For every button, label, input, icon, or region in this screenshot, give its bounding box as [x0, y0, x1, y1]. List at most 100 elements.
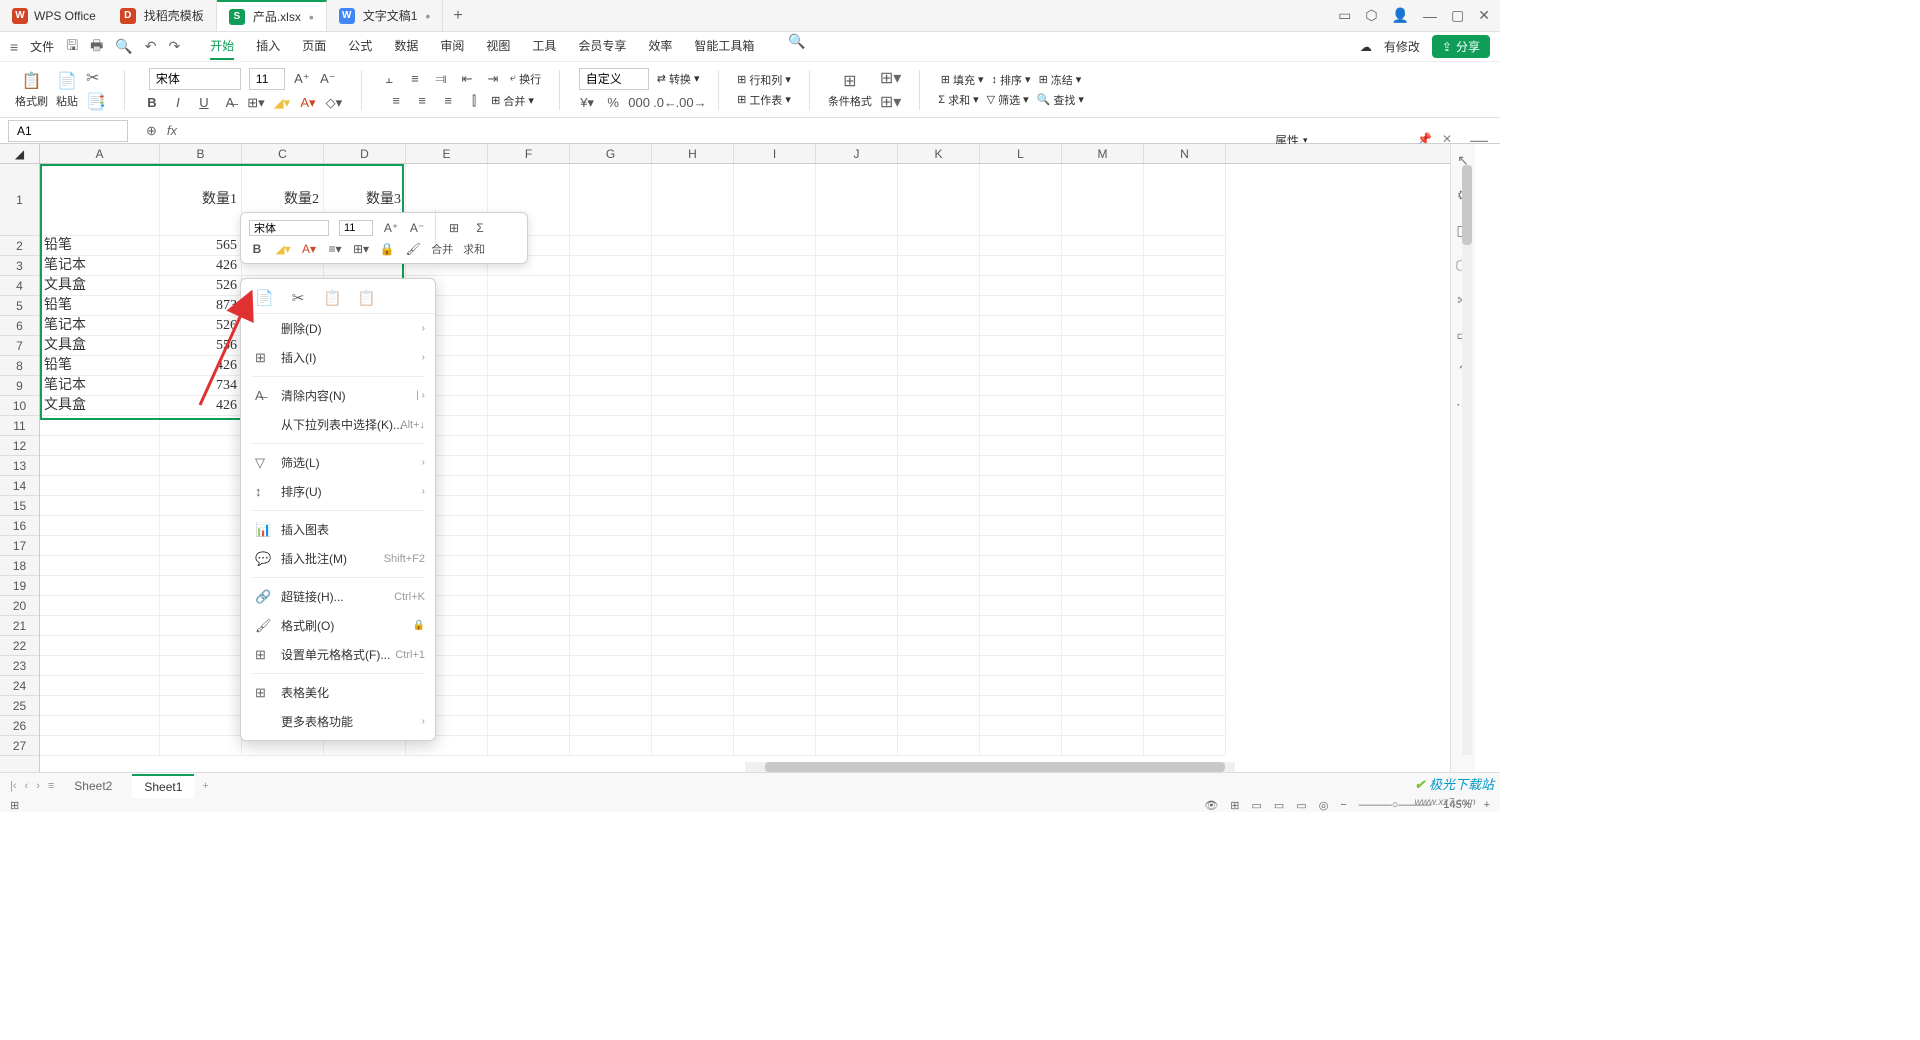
cell[interactable]	[40, 536, 160, 556]
row-header[interactable]: 9	[0, 376, 39, 396]
cell[interactable]	[1144, 316, 1226, 336]
cell[interactable]	[652, 236, 734, 256]
fit-icon[interactable]: ◎	[1319, 799, 1329, 812]
cell[interactable]	[160, 636, 242, 656]
share-button[interactable]: ⇪ 分享	[1432, 35, 1490, 58]
cell[interactable]	[160, 696, 242, 716]
cell[interactable]	[1062, 296, 1144, 316]
cell[interactable]	[40, 636, 160, 656]
row-header[interactable]: 14	[0, 476, 39, 496]
minimize-button[interactable]: —	[1423, 8, 1437, 24]
cell[interactable]: 873	[160, 296, 242, 316]
col-header-G[interactable]: G	[570, 144, 652, 163]
row-header[interactable]: 7	[0, 336, 39, 356]
currency-icon[interactable]: ¥▾	[578, 94, 596, 112]
decrease-font-icon[interactable]: A⁻	[319, 70, 337, 88]
cell[interactable]	[652, 276, 734, 296]
file-menu[interactable]: 文件	[30, 38, 54, 55]
cell[interactable]	[1144, 476, 1226, 496]
row-header[interactable]: 27	[0, 736, 39, 756]
cell[interactable]	[898, 676, 980, 696]
filter-button[interactable]: ▽筛选▾	[987, 92, 1029, 108]
paste-button[interactable]: 📄粘贴	[56, 71, 78, 109]
cell[interactable]	[816, 436, 898, 456]
cell[interactable]	[488, 716, 570, 736]
cell[interactable]	[488, 596, 570, 616]
cell[interactable]	[980, 576, 1062, 596]
maximize-button[interactable]: ▢	[1451, 7, 1464, 24]
cell[interactable]	[1062, 476, 1144, 496]
sheet-next-icon[interactable]: ›	[36, 780, 40, 792]
cell[interactable]	[1144, 576, 1226, 596]
cell[interactable]	[488, 496, 570, 516]
clear-format-icon[interactable]: ◇▾	[325, 94, 343, 112]
comma-icon[interactable]: 000	[630, 94, 648, 112]
cell[interactable]	[1062, 496, 1144, 516]
rowcol-button[interactable]: ⊞行和列▾	[737, 72, 791, 88]
table-style-icon[interactable]: ⊞▾	[880, 92, 901, 112]
cell[interactable]	[816, 596, 898, 616]
cell[interactable]	[980, 376, 1062, 396]
cell[interactable]	[816, 256, 898, 276]
underline-icon[interactable]: U	[195, 94, 213, 112]
eye-icon[interactable]: 👁	[1204, 799, 1218, 812]
cell[interactable]	[980, 636, 1062, 656]
cell[interactable]	[1144, 496, 1226, 516]
save-icon[interactable]: 🖫	[66, 35, 78, 59]
cell[interactable]	[898, 316, 980, 336]
sheet-first-icon[interactable]: |‹	[10, 780, 17, 792]
cell[interactable]	[816, 456, 898, 476]
cell[interactable]	[816, 376, 898, 396]
fill-color-icon[interactable]: ◢▾	[273, 94, 291, 112]
cell[interactable]	[570, 356, 652, 376]
cell[interactable]	[570, 516, 652, 536]
cell[interactable]	[816, 576, 898, 596]
cell[interactable]: 526	[160, 316, 242, 336]
cell[interactable]	[160, 656, 242, 676]
cell[interactable]	[488, 556, 570, 576]
cell[interactable]	[40, 616, 160, 636]
align-left-icon[interactable]: ≡	[387, 92, 405, 110]
cell[interactable]	[1062, 676, 1144, 696]
cell[interactable]	[40, 416, 160, 436]
cell[interactable]	[570, 276, 652, 296]
cell[interactable]	[488, 736, 570, 756]
cell[interactable]	[980, 256, 1062, 276]
add-sheet-icon[interactable]: +	[202, 780, 208, 792]
cell[interactable]	[734, 696, 816, 716]
freeze-button[interactable]: ⊞冻结▾	[1039, 72, 1082, 88]
cell[interactable]	[1144, 336, 1226, 356]
cell[interactable]	[980, 396, 1062, 416]
cell[interactable]	[1062, 536, 1144, 556]
cell[interactable]	[898, 164, 980, 236]
view-page-icon[interactable]: ▭	[1274, 799, 1284, 812]
cell[interactable]	[816, 476, 898, 496]
cell[interactable]	[1062, 436, 1144, 456]
cell[interactable]	[816, 516, 898, 536]
cell[interactable]	[980, 356, 1062, 376]
cell[interactable]	[160, 576, 242, 596]
ctx-cell-format[interactable]: ⊞设置单元格格式(F)...Ctrl+1	[241, 640, 435, 669]
cell[interactable]	[980, 416, 1062, 436]
cell[interactable]	[734, 396, 816, 416]
cell[interactable]	[734, 556, 816, 576]
cell[interactable]: 734	[160, 376, 242, 396]
cell[interactable]	[816, 696, 898, 716]
cell[interactable]	[980, 596, 1062, 616]
cell[interactable]	[652, 676, 734, 696]
cell[interactable]	[1062, 736, 1144, 756]
cell[interactable]	[652, 496, 734, 516]
cell[interactable]	[980, 496, 1062, 516]
cell[interactable]	[734, 596, 816, 616]
ctx-clear[interactable]: A̶清除内容(N)| ›	[241, 381, 435, 410]
cell[interactable]	[816, 396, 898, 416]
cell[interactable]	[160, 496, 242, 516]
cell[interactable]	[1144, 296, 1226, 316]
cell[interactable]	[816, 164, 898, 236]
cell[interactable]	[488, 376, 570, 396]
cell[interactable]: 文具盒	[40, 276, 160, 296]
cell[interactable]	[652, 596, 734, 616]
cell[interactable]: 426	[160, 396, 242, 416]
cell[interactable]	[734, 656, 816, 676]
cell[interactable]	[40, 164, 160, 236]
